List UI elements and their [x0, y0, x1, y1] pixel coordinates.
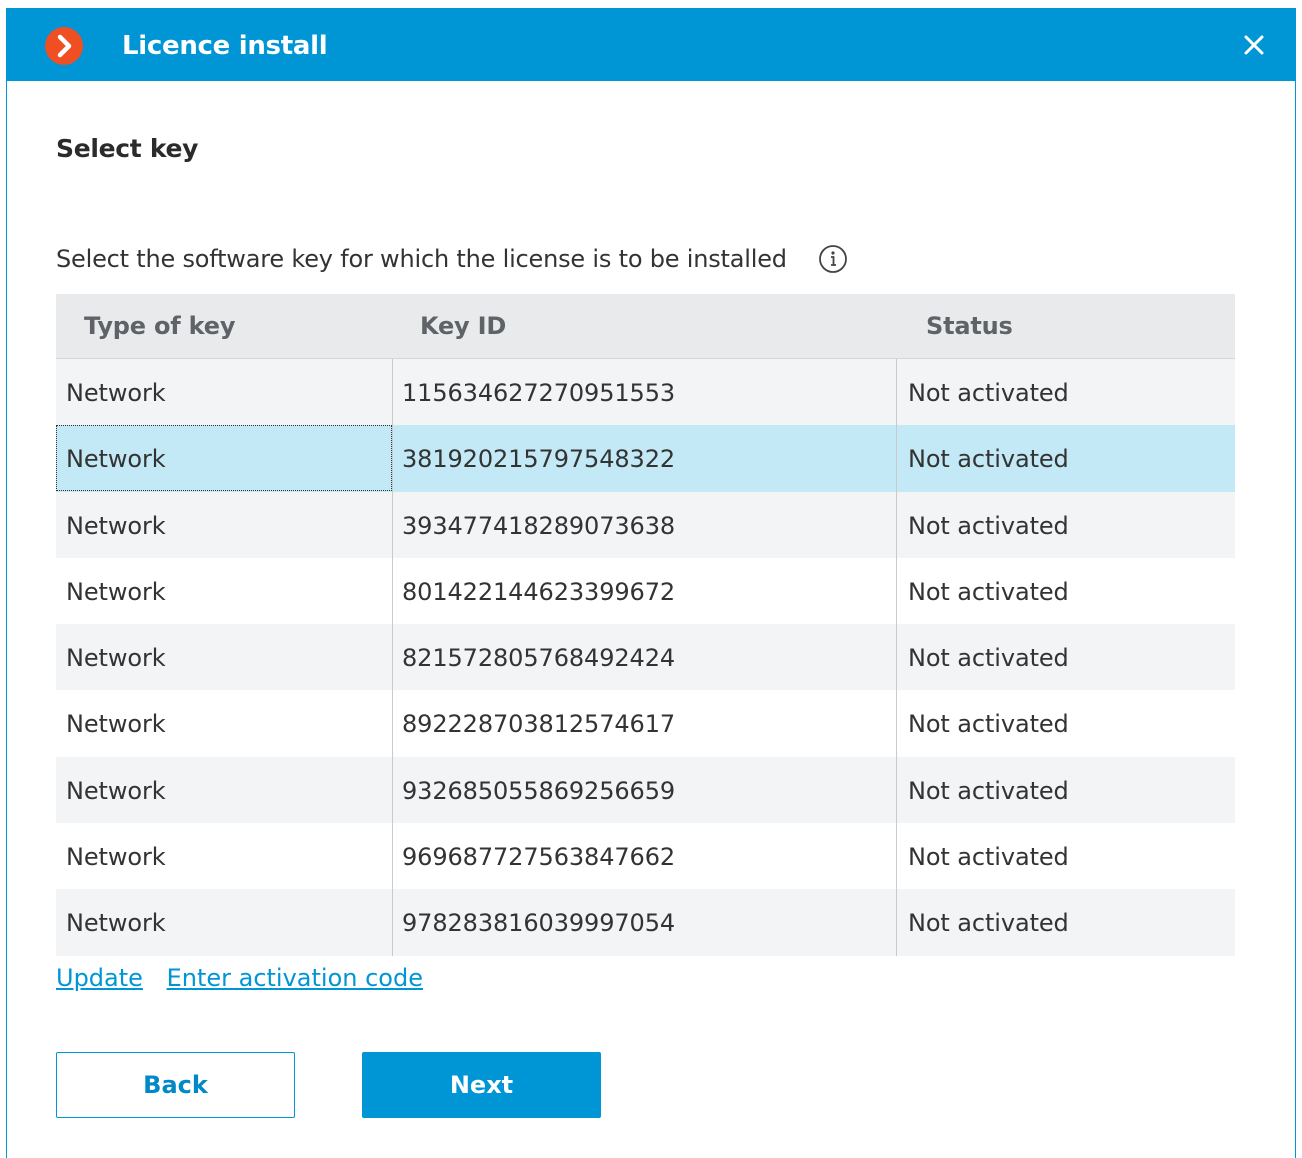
key-id-cell: 821572805768492424 — [402, 644, 676, 673]
close-icon[interactable] — [1241, 32, 1267, 58]
status-cell: Not activated — [908, 776, 1069, 805]
key-id-cell: 115634627270951553 — [402, 379, 676, 407]
key-type-cell: Network — [66, 909, 166, 938]
column-divider — [392, 359, 393, 956]
key-type-cell: Network — [66, 511, 166, 540]
key-type-cell: Network — [66, 577, 166, 606]
column-divider — [896, 359, 897, 956]
window-title: Licence install — [122, 31, 328, 61]
key-id-cell: 393477418289073638 — [402, 511, 676, 540]
column-header-type[interactable]: Type of key — [84, 309, 236, 343]
key-type-cell: Network — [66, 379, 166, 407]
links-row: Update Enter activation code — [56, 962, 439, 994]
key-type-cell: Network — [66, 776, 166, 805]
table-header: Type of key Key ID Status — [56, 294, 1235, 359]
status-cell: Not activated — [908, 379, 1069, 407]
title-bar: Licence install — [7, 8, 1295, 81]
table-row[interactable]: Network 393477418289073638 Not activated — [56, 491, 1235, 558]
update-link[interactable]: Update — [56, 964, 143, 992]
status-cell: Not activated — [908, 445, 1069, 474]
column-header-key-id[interactable]: Key ID — [420, 309, 506, 343]
table-row[interactable]: Network 978283816039997054 Not activated — [56, 889, 1235, 956]
table-body: Network 115634627270951553 Not activated Ne… — [56, 359, 1235, 956]
key-type-cell: Network — [66, 445, 166, 474]
key-table: Type of key Key ID Status Network 1156346… — [56, 294, 1235, 956]
key-id-cell: 892228703812574617 — [402, 710, 676, 739]
app-logo-icon — [45, 27, 83, 65]
key-type-cell: Network — [66, 644, 166, 673]
back-button[interactable]: Back — [56, 1052, 295, 1118]
status-cell: Not activated — [908, 843, 1069, 872]
next-button[interactable]: Next — [362, 1052, 601, 1118]
instruction-text: Select the software key for which the li… — [56, 245, 787, 273]
table-row[interactable]: Network 801422144623399672 Not activated — [56, 557, 1235, 625]
table-row[interactable]: Network 381920215797548322 Not activated — [56, 425, 1235, 492]
status-cell: Not activated — [908, 710, 1069, 739]
column-header-status[interactable]: Status — [926, 309, 1013, 343]
key-type-cell: Network — [66, 710, 166, 739]
key-id-cell: 932685055869256659 — [402, 776, 676, 805]
status-cell: Not activated — [908, 511, 1069, 540]
key-id-cell: 801422144623399672 — [402, 577, 676, 606]
key-type-cell: Network — [66, 843, 166, 872]
table-row[interactable]: Network 969687727563847662 Not activated — [56, 823, 1235, 890]
status-cell: Not activated — [908, 909, 1069, 938]
key-id-cell: 969687727563847662 — [402, 843, 676, 872]
status-cell: Not activated — [908, 644, 1069, 673]
key-id-cell: 978283816039997054 — [402, 909, 676, 938]
table-row[interactable]: Network 932685055869256659 Not activated — [56, 756, 1235, 824]
key-id-cell: 381920215797548322 — [402, 445, 676, 474]
section-title: Select key — [56, 134, 199, 163]
table-row[interactable]: Network 892228703812574617 Not activated — [56, 690, 1235, 757]
status-cell: Not activated — [908, 577, 1069, 606]
table-row[interactable]: Network 115634627270951553 Not activated — [56, 359, 1235, 426]
enter-activation-code-link[interactable]: Enter activation code — [167, 964, 423, 992]
table-row[interactable]: Network 821572805768492424 Not activated — [56, 624, 1235, 691]
info-icon[interactable] — [818, 244, 848, 274]
